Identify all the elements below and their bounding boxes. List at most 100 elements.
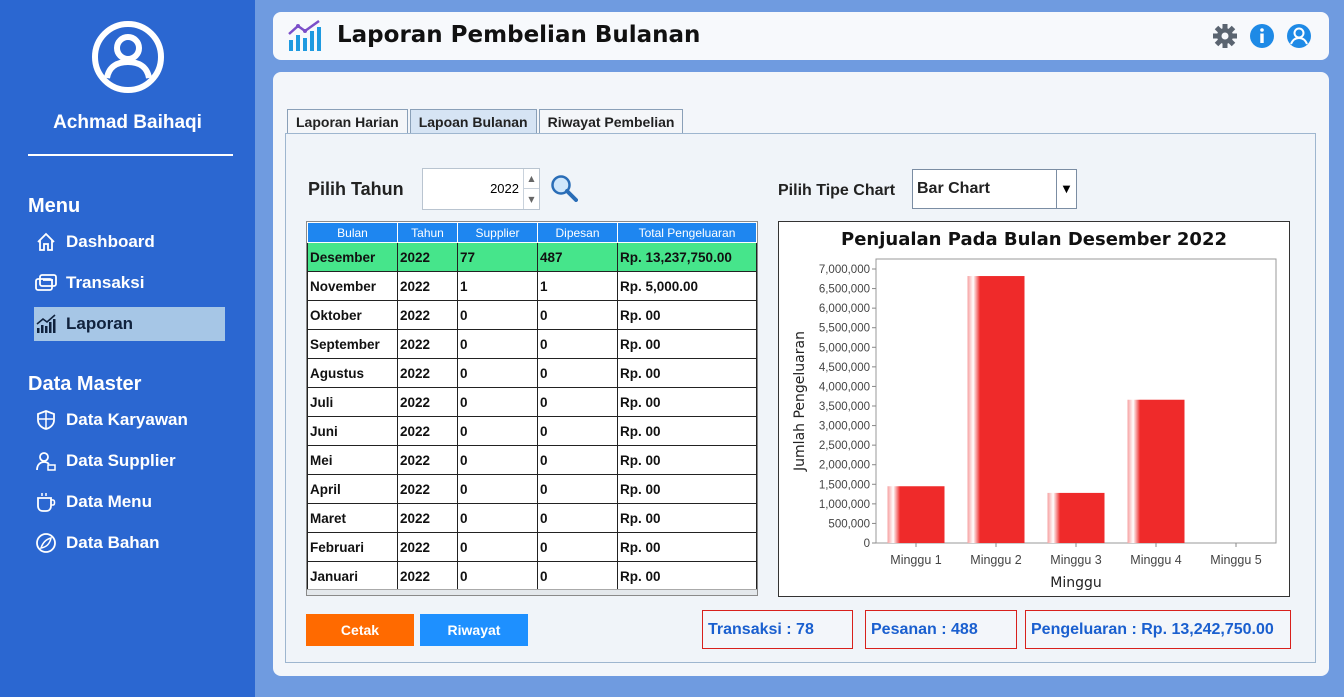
table-cell: 0 [457,561,538,591]
table-cell: Rp. 00 [617,387,757,417]
table-cell: November [307,271,398,301]
table-cell: Desember [307,242,398,272]
column-header[interactable]: Tahun [397,222,458,243]
table-cell: 0 [457,358,538,388]
table-cell: 2022 [397,561,458,591]
table-cell: 1 [457,271,538,301]
sidebar-item-data-karyawan[interactable]: Data Karyawan [34,403,225,437]
table-cell: 487 [537,242,618,272]
sidebar-item-data-menu[interactable]: Data Menu [34,485,225,519]
chevron-down-icon[interactable]: ▼ [1056,170,1076,208]
table-cell: 0 [457,329,538,359]
sidebar-item-dashboard[interactable]: Dashboard [34,225,225,259]
sidebar-divider [28,154,233,156]
table-cell: 0 [537,445,618,475]
y-tick-label: 4,000,000 [819,381,870,393]
table-row[interactable]: April 2022 0 0 Rp. 00 [307,474,757,504]
table-cell: Rp. 00 [617,300,757,330]
table-cell: Rp. 00 [617,532,757,562]
spinner-up-button[interactable]: ▲ [524,169,539,189]
cup-icon [34,490,58,514]
tab-laporan-harian[interactable]: Laporan Harian [287,109,408,133]
x-tick-label: Minggu 1 [890,553,941,567]
table-row[interactable]: Oktober 2022 0 0 Rp. 00 [307,300,757,330]
column-header[interactable]: Dipesan [537,222,618,243]
table-cell: 2022 [397,387,458,417]
table-row[interactable]: Agustus 2022 0 0 Rp. 00 [307,358,757,388]
table-cell: 2022 [397,242,458,272]
y-tick-label: 3,500,000 [819,401,870,413]
chart-title: Penjualan Pada Bulan Desember 2022 [841,229,1227,250]
sidebar-item-laporan[interactable]: Laporan [34,307,225,341]
table-cell: 77 [457,242,538,272]
search-icon[interactable] [550,174,578,202]
table-row[interactable]: Juni 2022 0 0 Rp. 00 [307,416,757,446]
year-spinner[interactable]: 2022 ▲ ▼ [422,168,540,210]
sidebar-item-label: Data Karyawan [66,410,188,429]
spinner-down-button[interactable]: ▼ [524,189,539,209]
table-cell: 0 [457,445,538,475]
y-axis-label: Jumlah Pengeluaran [792,331,808,472]
info-icon[interactable] [1249,23,1275,49]
gear-icon[interactable] [1212,23,1238,49]
riwayat-button[interactable]: Riwayat [420,614,528,646]
column-header[interactable]: Bulan [307,222,398,243]
year-label: Pilih Tahun [308,179,404,199]
y-tick-label: 6,500,000 [819,284,870,296]
user-profile-icon[interactable] [1286,23,1312,49]
table-cell: 0 [457,300,538,330]
table-cell: Rp. 00 [617,416,757,446]
table-cell: Februari [307,532,398,562]
tab-content: Pilih Tahun 2022 ▲ ▼ Pilih Tipe Chart Ba… [285,133,1316,663]
data-master-section-title: Data Master [28,373,142,395]
sidebar-item-label: Data Bahan [66,533,160,552]
table-row[interactable]: Juli 2022 0 0 Rp. 00 [307,387,757,417]
column-header[interactable]: Total Pengeluaran [617,222,757,243]
sidebar: Achmad Baihaqi Menu Dashboard Transaksi … [0,0,255,697]
table-cell: Oktober [307,300,398,330]
table-cell: 0 [537,300,618,330]
x-tick-label: Minggu 3 [1050,553,1101,567]
user-name: Achmad Baihaqi [53,112,202,133]
x-tick-label: Minggu 5 [1210,553,1261,567]
table-cell: Rp. 00 [617,445,757,475]
year-value: 2022 [490,181,519,196]
table-cell: Agustus [307,358,398,388]
table-row[interactable]: Januari 2022 0 0 Rp. 00 [307,561,757,591]
y-tick-label: 1,500,000 [819,479,870,491]
report-chart-icon [288,20,321,51]
tab-riwayat-pembelian[interactable]: Riwayat Pembelian [538,109,684,133]
sidebar-item-data-supplier[interactable]: Data Supplier [34,444,225,478]
table-cell: Rp. 5,000.00 [617,271,757,301]
chart-type-value: Bar Chart [917,180,990,197]
table-cell: 2022 [397,503,458,533]
table-row[interactable]: September 2022 0 0 Rp. 00 [307,329,757,359]
table-cell: 2022 [397,358,458,388]
sidebar-item-label: Data Menu [66,492,152,511]
sidebar-item-transaksi[interactable]: Transaksi [34,266,225,300]
y-tick-label: 5,500,000 [819,323,870,335]
table-row[interactable]: Desember 2022 77 487 Rp. 13,237,750.00 [307,242,757,272]
expense-bar-chart: Penjualan Pada Bulan Desember 2022 0 500,0… [778,221,1290,597]
column-header[interactable]: Supplier [457,222,538,243]
table-row[interactable]: Maret 2022 0 0 Rp. 00 [307,503,757,533]
y-tick-label: 5,000,000 [819,342,870,354]
table-cell: Rp. 00 [617,329,757,359]
table-cell: Mei [307,445,398,475]
table-cell: 0 [457,503,538,533]
menu-section-title: Menu [28,195,81,217]
table-scrollbar[interactable] [307,589,757,595]
sidebar-item-data-bahan[interactable]: Data Bahan [34,526,225,560]
y-tick-label: 4,500,000 [819,362,870,374]
table-row[interactable]: Februari 2022 0 0 Rp. 00 [307,532,757,562]
y-tick-label: 3,000,000 [819,421,870,433]
tab-laporan-bulanan[interactable]: Lapoan Bulanan [409,109,537,133]
table-row[interactable]: November 2022 1 1 Rp. 5,000.00 [307,271,757,301]
table-cell: 0 [457,387,538,417]
cetak-button[interactable]: Cetak [306,614,414,646]
table-cell: 2022 [397,300,458,330]
table-cell: April [307,474,398,504]
table-row[interactable]: Mei 2022 0 0 Rp. 00 [307,445,757,475]
chart-type-select[interactable]: Bar Chart ▼ [912,169,1077,209]
leaf-icon [34,531,58,555]
